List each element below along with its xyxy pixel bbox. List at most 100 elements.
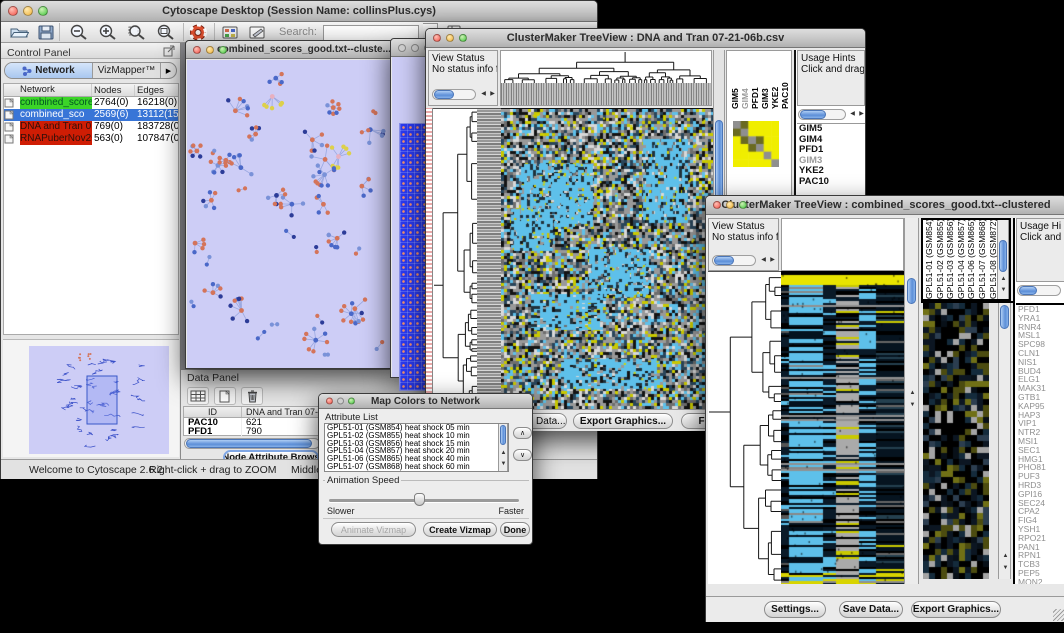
scroll-right-arrow[interactable]: ▶ [768,257,777,264]
close-button[interactable] [193,46,201,54]
network-canvas[interactable] [187,60,393,368]
zoom-button[interactable] [348,398,355,405]
gene-label[interactable]: PAC10 [797,177,865,188]
data-panel-hscrollbar[interactable] [184,438,320,449]
close-button[interactable] [326,398,333,405]
zoom-button[interactable] [459,34,467,42]
minimize-button[interactable] [337,398,344,405]
gene-label[interactable]: GIM5 [797,124,865,135]
column-label[interactable]: GPL51-07 (GSM868) [978,221,988,299]
zoom-selected-icon[interactable] [126,24,148,41]
column-label[interactable]: PFD1 [751,53,760,109]
done-button[interactable]: Done [500,522,530,537]
tv1-column-dendrogram[interactable] [500,50,712,106]
save-file-icon[interactable] [37,25,55,40]
tv1-mini-heatmap[interactable] [733,121,779,167]
move-up-button[interactable]: ∧ [513,427,532,439]
network-row[interactable]: RNAPuberNov2+| 563(0) 107847(0) [4,133,178,145]
close-button[interactable] [398,44,406,52]
new-attribute-icon[interactable] [214,387,236,405]
tv1-heatmap[interactable] [501,108,713,410]
speed-slider-thumb[interactable] [414,493,425,506]
treeview2-title-bar[interactable]: ClusterMaker TreeView : combined_scores_… [706,196,1064,215]
attribute-listbox[interactable]: GPL51-01 (GSM854) heat shock 05 minGPL51… [324,423,509,472]
zoom-fit-icon[interactable] [155,24,177,41]
tv1-status-scrollbar[interactable] [432,89,476,100]
settings-button[interactable]: Settings... [764,601,826,618]
scroll-down-arrow[interactable]: ▼ [499,461,508,468]
tv2-column-dendrogram[interactable] [781,218,904,271]
scroll-up-arrow[interactable]: ▲ [499,450,508,457]
scroll-thumb[interactable] [1000,305,1009,329]
zoom-button[interactable] [219,46,227,54]
scroll-left-arrow[interactable]: ◀ [479,91,488,98]
column-label[interactable]: GIM3 [761,53,770,109]
scroll-thumb[interactable] [715,120,723,202]
gene-label[interactable]: YKE2 [797,166,865,177]
help-lifesaver-icon[interactable] [188,24,208,41]
dialog-title-bar[interactable]: Map Colors to Network [319,394,532,409]
close-button[interactable] [8,6,18,16]
col-header-id[interactable]: ID [184,407,242,417]
minimize-button[interactable] [206,46,214,54]
column-label[interactable]: GPL51-04 (GSM857) [957,221,967,299]
network-table-header[interactable]: Network Nodes Edges [4,84,178,97]
close-button[interactable] [433,34,441,42]
scroll-left-arrow[interactable]: ◀ [848,111,857,118]
tv2-row-dendrogram[interactable] [708,271,781,584]
scroll-up-arrow[interactable]: ▲ [999,276,1008,283]
network-row[interactable]: combined_scores_ 2764(0) 16218(0) [4,97,178,109]
network-row[interactable]: combined_sco 2569(6) 13112(15) [4,109,178,121]
delete-attribute-trash-icon[interactable] [241,387,263,405]
save-data-button[interactable]: Save Data... [839,601,903,618]
minimize-button[interactable] [446,34,454,42]
tv2-labels-scrollbar[interactable]: ▲ ▼ [997,220,1009,299]
scroll-up-arrow[interactable]: ▲ [908,390,917,397]
column-label[interactable]: PAC10 [781,53,790,109]
tv1-global-strip[interactable] [426,108,433,409]
scroll-right-arrow[interactable]: ▶ [857,111,866,118]
scroll-down-arrow[interactable]: ▼ [999,287,1008,294]
minimize-button[interactable] [23,6,33,16]
tab-overflow-arrow[interactable]: ▶ [160,63,176,78]
network-window-title-bar[interactable]: combined_scores_good.txt--cluste... [186,41,394,59]
open-file-icon[interactable] [9,25,29,40]
scroll-up-arrow[interactable]: ▲ [1001,553,1010,560]
column-label[interactable]: GPL51-02 (GSM855) [936,221,946,299]
network-row[interactable]: DNA and Tran 07 769(0) 183728(0) [4,121,178,133]
scroll-thumb[interactable] [186,439,312,448]
column-label[interactable]: GPL51-03 (GSM856) [946,221,956,299]
annotation-icon[interactable] [248,25,267,40]
zoom-out-icon[interactable] [68,24,90,41]
tv1-row-dendrogram[interactable] [433,108,501,409]
move-down-button[interactable]: ∨ [513,449,532,461]
animate-vizmap-button[interactable]: Animate Vizmap [331,522,416,537]
gene-label[interactable]: PFD1 [797,145,865,156]
create-vizmap-button[interactable]: Create Vizmap [423,522,497,537]
zoom-button[interactable] [739,201,747,209]
tv2-status-scrollbar[interactable] [712,255,756,266]
treeview1-title-bar[interactable]: ClusterMaker TreeView : DNA and Tran 07-… [426,29,865,48]
column-label[interactable]: GIM4 [741,53,750,109]
birdseye-view[interactable] [29,346,169,454]
listbox-scrollbar[interactable]: ▲ ▼ [498,424,508,471]
column-label[interactable]: YKE2 [771,53,780,109]
tv1-hints-scrollbar[interactable] [798,109,846,120]
tv2-genes-scrollbar[interactable]: ▲ ▼ [998,303,1011,579]
column-label[interactable]: GPL51-06 (GSM865) [967,221,977,299]
minimize-button[interactable] [411,44,419,52]
column-label[interactable]: GPL51-01 (GSM854) [925,221,935,299]
gene-label[interactable]: MON2 [1016,578,1064,584]
float-panel-icon[interactable] [163,45,175,57]
scroll-down-arrow[interactable]: ▼ [908,402,917,409]
resize-grip[interactable] [1053,609,1064,621]
zoom-in-icon[interactable] [97,24,119,41]
export-graphics-button[interactable]: Export Graphics... [573,413,673,429]
attribute-item[interactable]: GPL51-07 (GSM868) heat shock 60 min [325,463,497,471]
tv2-detail-heatmap[interactable] [923,303,989,579]
tv2-heatmap-vscrollbar[interactable]: ▲ ▼ [904,218,919,584]
tv2-heatmap[interactable] [781,271,904,584]
scroll-down-arrow[interactable]: ▼ [1001,565,1010,572]
table-view-icon[interactable] [187,387,209,405]
tab-vizmapper[interactable]: VizMapper™ [93,63,160,78]
